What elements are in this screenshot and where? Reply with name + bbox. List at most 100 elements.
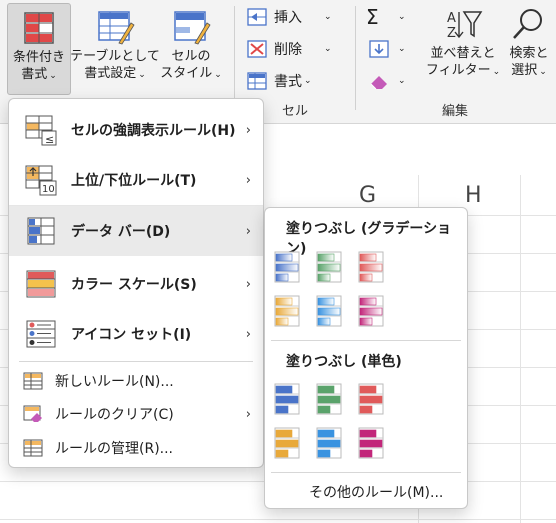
cell-styles-icon — [174, 11, 211, 45]
more-rules-item[interactable]: その他のルール(M)... — [309, 482, 443, 502]
format-as-table-icon — [98, 11, 135, 45]
solid-databar-5[interactable] — [315, 426, 343, 460]
chevron-down-icon: ⌄ — [304, 76, 312, 86]
svg-text:A: A — [447, 11, 456, 26]
gradient-databar-6[interactable] — [357, 294, 385, 328]
color-scales-icon — [26, 270, 56, 298]
insert-label: 挿入 — [274, 10, 302, 26]
icon-sets-icon — [26, 320, 56, 348]
cell-styles-button[interactable]: セルの スタイル ⌄ — [158, 9, 224, 84]
manage-rules-icon — [23, 439, 43, 457]
format-cells-icon — [247, 72, 267, 90]
chevron-down-icon: ⌄ — [324, 44, 332, 54]
chevron-right-icon: › — [245, 223, 251, 239]
conditional-formatting-label-1: 条件付き — [12, 50, 65, 65]
gradient-databar-1[interactable] — [273, 250, 301, 284]
gradient-databar-4[interactable] — [273, 294, 301, 328]
menu-item-new-rule[interactable]: 新しいルール(N)... — [9, 364, 263, 398]
eraser-icon — [370, 76, 387, 90]
menu-item-top-bottom-rules[interactable]: 10 上位/下位ルール(T) › — [9, 155, 263, 205]
chevron-down-icon: ⌄ — [492, 67, 501, 77]
data-bars-submenu: 塗りつぶし (グラデーション) 塗りつぶし (単色) その他のルール(M)... — [264, 207, 468, 509]
ribbon-separator — [355, 6, 356, 110]
menu-item-manage-rules[interactable]: ルールの管理(R)... — [9, 431, 263, 465]
grid-line — [0, 519, 556, 520]
chevron-right-icon: › — [245, 276, 251, 292]
insert-cells-icon — [247, 8, 267, 26]
gradient-databar-3[interactable] — [357, 250, 385, 284]
menu-separator — [271, 340, 461, 341]
column-header-h[interactable]: H — [465, 183, 482, 208]
new-rule-icon — [23, 372, 43, 390]
conditional-formatting-menu: ≤ セルの強調表示ルール(H) › 10 上位/下位ルール(T) › データ バ… — [8, 98, 264, 468]
find-select-label-1: 検索と — [509, 46, 549, 61]
cell-styles-label-1: セルの — [171, 49, 211, 64]
solid-databar-6[interactable] — [357, 426, 385, 460]
conditional-formatting-label-2: 書式 — [21, 67, 48, 82]
menu-item-data-bars[interactable]: データ バー(D) › — [9, 206, 263, 256]
new-rule-label: 新しいルール(N)... — [55, 374, 174, 390]
conditional-formatting-button[interactable]: 条件付き 書式 ⌄ — [7, 3, 71, 95]
menu-item-icon-sets[interactable]: アイコン セット(I) › — [9, 309, 263, 359]
find-select-button[interactable]: 検索と 選択 ⌄ — [502, 6, 556, 81]
chevron-down-icon: ⌄ — [49, 71, 57, 81]
delete-button[interactable]: 削除 ⌄ — [246, 36, 332, 62]
gradient-databar-5[interactable] — [315, 294, 343, 328]
svg-text:Z: Z — [447, 26, 456, 41]
editing-group-label: 編集 — [442, 104, 469, 119]
format-cells-button[interactable]: 書式 ⌄ — [246, 68, 312, 94]
sort-filter-label-2: フィルター — [425, 63, 491, 78]
insert-button[interactable]: 挿入 ⌄ — [246, 4, 332, 30]
solid-fill-heading: 塗りつぶし (単色) — [286, 354, 402, 370]
menu-item-label: 上位/下位ルール(T) — [71, 173, 197, 189]
clear-button[interactable]: ⌄ — [368, 68, 406, 94]
conditional-formatting-icon — [24, 12, 54, 44]
fill-button[interactable]: ⌄ — [368, 36, 406, 62]
chevron-down-icon: ⌄ — [324, 12, 332, 22]
solid-databar-1[interactable] — [273, 382, 301, 416]
manage-rules-label: ルールの管理(R)... — [55, 441, 174, 457]
clear-rules-label: ルールのクリア(C) — [55, 407, 174, 423]
delete-label: 削除 — [274, 42, 302, 58]
chevron-right-icon: › — [245, 172, 251, 188]
ribbon-separator — [234, 6, 235, 110]
chevron-right-icon: › — [245, 406, 251, 422]
chevron-down-icon: ⌄ — [214, 70, 222, 80]
solid-databar-3[interactable] — [357, 382, 385, 416]
chevron-down-icon: ⌄ — [398, 76, 406, 86]
menu-item-label: セルの強調表示ルール(H) — [71, 123, 236, 139]
format-as-table-label-1: テーブルとして — [70, 49, 160, 64]
find-select-label-2: 選択 — [511, 63, 538, 78]
solid-databar-4[interactable] — [273, 426, 301, 460]
search-icon — [513, 9, 542, 39]
menu-item-label: カラー スケール(S) — [71, 277, 197, 293]
column-header-g[interactable]: G — [359, 183, 376, 208]
svg-text:≤: ≤ — [45, 133, 54, 146]
menu-item-color-scales[interactable]: カラー スケール(S) › — [9, 259, 263, 309]
chevron-right-icon: › — [245, 326, 251, 342]
gradient-databar-2[interactable] — [315, 250, 343, 284]
menu-separator — [271, 472, 461, 473]
format-label: 書式 — [274, 74, 302, 90]
menu-item-highlight-cells-rules[interactable]: ≤ セルの強調表示ルール(H) › — [9, 105, 263, 155]
sort-filter-label-1: 並べ替えと — [430, 46, 496, 61]
chevron-down-icon: ⌄ — [398, 44, 406, 54]
menu-item-label: アイコン セット(I) — [71, 327, 192, 343]
fill-down-icon — [369, 40, 389, 58]
data-bars-icon — [27, 217, 55, 245]
format-as-table-button[interactable]: テーブルとして 書式設定 ⌄ — [70, 9, 160, 84]
svg-text:10: 10 — [42, 184, 55, 195]
menu-item-clear-rules[interactable]: ルールのクリア(C) › — [9, 397, 263, 431]
delete-cells-icon — [247, 40, 267, 58]
menu-item-label: データ バー(D) — [71, 224, 171, 240]
cells-group-label: セル — [282, 104, 309, 119]
sort-filter-icon: A Z — [447, 11, 483, 41]
format-as-table-label-2: 書式設定 — [84, 66, 137, 81]
grid-line — [520, 175, 521, 523]
chevron-right-icon: › — [245, 122, 251, 138]
menu-separator — [19, 361, 253, 362]
solid-databar-2[interactable] — [315, 382, 343, 416]
sort-filter-button[interactable]: A Z 並べ替えと フィルター ⌄ — [426, 6, 500, 81]
chevron-down-icon: ⌄ — [398, 12, 406, 22]
autosum-button[interactable]: Σ ⌄ — [366, 4, 406, 30]
